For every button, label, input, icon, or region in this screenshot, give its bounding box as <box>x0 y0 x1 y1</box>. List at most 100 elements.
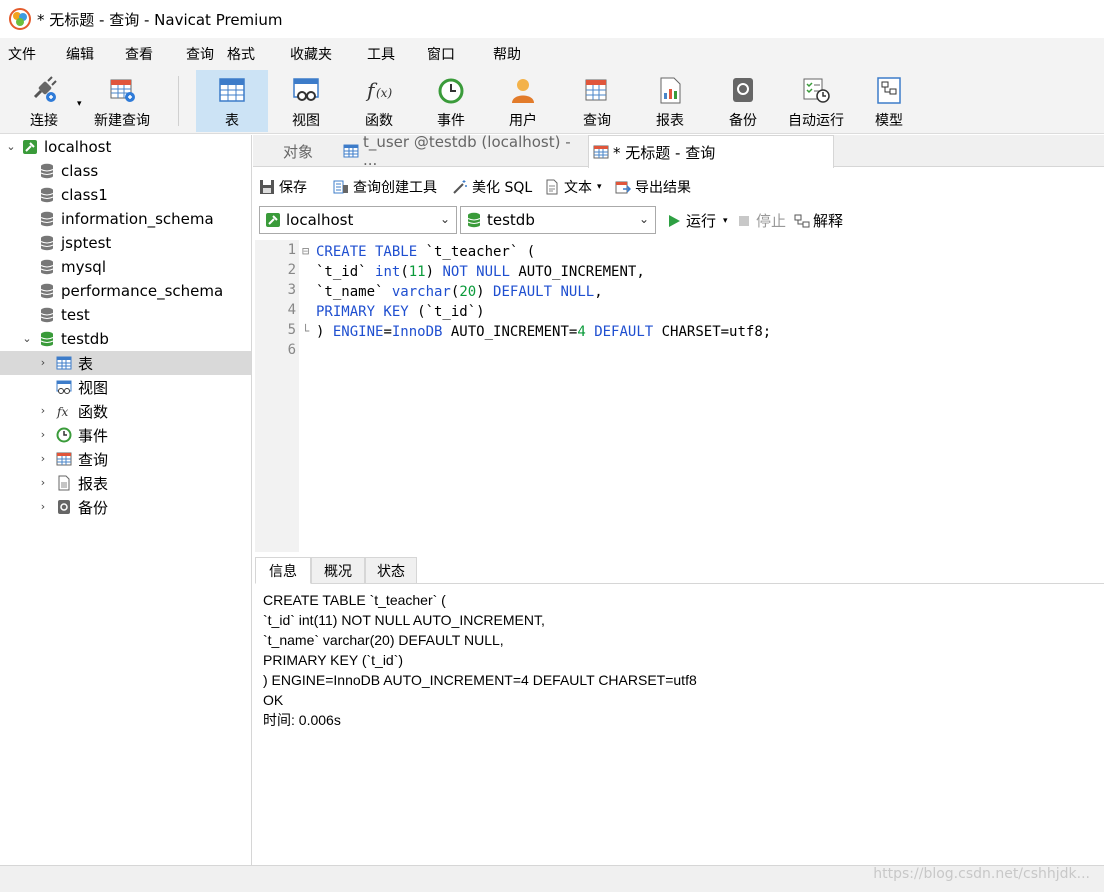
user-button[interactable]: 用户 <box>494 70 552 132</box>
connect-button[interactable]: 连接 <box>14 70 74 132</box>
menu-format[interactable]: 格式 <box>227 44 255 64</box>
save-button[interactable]: 保存 <box>259 177 307 197</box>
model-button[interactable]: 模型 <box>862 70 916 132</box>
menu-file[interactable]: 文件 <box>8 44 36 64</box>
function-button[interactable]: f (x) 函数 <box>350 70 408 132</box>
code-token: ) <box>425 264 443 280</box>
tab-profile[interactable]: 概况 <box>311 557 365 584</box>
database-select[interactable]: testdb ⌄ <box>460 206 656 234</box>
collapse-chevron-icon[interactable]: ⌄ <box>20 332 34 346</box>
tree-label: performance_schema <box>61 282 224 300</box>
code-token: DEFAULT NULL <box>493 284 595 300</box>
tab-objects[interactable]: 对象 <box>283 135 337 167</box>
result-line: `t_id` int(11) NOT NULL AUTO_INCREMENT, <box>263 612 545 628</box>
tab-untitled-query[interactable]: * 无标题 - 查询 <box>588 135 834 168</box>
code-line[interactable]: PRIMARY KEY (`t_id`) <box>316 302 485 322</box>
connect-dropdown-arrow[interactable]: ▾ <box>77 99 82 109</box>
database-icon <box>40 163 54 179</box>
clock-icon <box>438 78 464 104</box>
tree-db-performance-schema[interactable]: performance_schema <box>0 279 251 303</box>
object-tree: ⌄ localhost class class1 information_sch… <box>0 135 252 865</box>
database-icon <box>40 283 54 299</box>
new-query-button[interactable]: 新建查询 <box>86 70 158 132</box>
tree-db-information-schema[interactable]: information_schema <box>0 207 251 231</box>
tree-db-class1[interactable]: class1 <box>0 183 251 207</box>
query-button[interactable]: 查询 <box>568 70 626 132</box>
tree-node-functions[interactable]: › fx 函数 <box>0 399 251 423</box>
menu-edit[interactable]: 编辑 <box>66 44 94 64</box>
table-button[interactable]: 表 <box>196 70 268 132</box>
stop-button[interactable]: 停止 <box>738 210 786 231</box>
database-icon <box>40 235 54 251</box>
explain-label: 解释 <box>813 212 844 230</box>
menu-query[interactable]: 查询 <box>186 44 214 64</box>
line-number: 6 <box>287 342 296 358</box>
menu-tools[interactable]: 工具 <box>367 44 395 64</box>
code-token: `t_teacher` ( <box>425 244 536 260</box>
code-token: `t_name` <box>316 284 392 300</box>
tree-db-class[interactable]: class <box>0 159 251 183</box>
tree-label: testdb <box>61 330 109 348</box>
tree-db-jsptest[interactable]: jsptest <box>0 231 251 255</box>
toolbar-separator <box>178 76 179 126</box>
event-button[interactable]: 事件 <box>422 70 480 132</box>
text-button[interactable]: 文本 ▾ <box>544 177 602 197</box>
result-line: CREATE TABLE `t_teacher` ( <box>263 592 446 608</box>
query-builder-button[interactable]: 查询创建工具 <box>333 177 437 197</box>
result-tabs: 信息 概况 状态 <box>255 557 1104 584</box>
run-dropdown-arrow[interactable]: ▾ <box>723 216 728 226</box>
menu-help[interactable]: 帮助 <box>493 44 521 64</box>
code-token: CREATE TABLE <box>316 244 426 260</box>
tree-db-mysql[interactable]: mysql <box>0 255 251 279</box>
report-button[interactable]: 报表 <box>641 70 699 132</box>
collapse-chevron-icon[interactable]: ⌄ <box>4 140 18 154</box>
model-label: 模型 <box>875 113 903 129</box>
menu-view[interactable]: 查看 <box>125 44 153 64</box>
sql-editor[interactable]: 1 2 3 4 5 6 ⊟ └ CREATE TABLE `t_teacher`… <box>255 240 1104 552</box>
text-dropdown-arrow[interactable]: ▾ <box>597 182 602 192</box>
connection-icon <box>23 140 37 154</box>
beautify-sql-button[interactable]: 美化 SQL <box>452 177 532 197</box>
code-line[interactable]: `t_id` int(11) NOT NULL AUTO_INCREMENT, <box>316 262 645 282</box>
expand-chevron-icon[interactable]: › <box>36 404 50 418</box>
view-button[interactable]: 视图 <box>276 70 336 132</box>
tree-node-views[interactable]: 视图 <box>0 375 251 399</box>
code-line[interactable]: CREATE TABLE `t_teacher` ( <box>316 242 535 262</box>
menu-favorites[interactable]: 收藏夹 <box>290 44 332 64</box>
line-number: 1 <box>287 242 296 258</box>
explain-button[interactable]: 解释 <box>794 210 843 231</box>
expand-chevron-icon[interactable]: › <box>36 452 50 466</box>
menu-window[interactable]: 窗口 <box>427 44 455 64</box>
tree-node-queries[interactable]: › 查询 <box>0 447 251 471</box>
tree-node-events[interactable]: › 事件 <box>0 423 251 447</box>
tree-db-testdb[interactable]: ⌄ testdb <box>0 327 251 351</box>
backup-button[interactable]: 备份 <box>714 70 772 132</box>
document-tabs: 对象 t_user @testdb (localhost) - ... * 无标… <box>253 133 1104 169</box>
database-icon <box>40 211 54 227</box>
expand-chevron-icon[interactable]: › <box>36 476 50 490</box>
code-line[interactable]: `t_name` varchar(20) DEFAULT NULL, <box>316 282 603 302</box>
text-label: 文本 <box>564 180 592 196</box>
expand-chevron-icon[interactable]: › <box>36 356 50 370</box>
connection-select[interactable]: localhost ⌄ <box>259 206 457 234</box>
tree-node-backups[interactable]: › 备份 <box>0 495 251 519</box>
result-message-panel: CREATE TABLE `t_teacher` ( `t_id` int(11… <box>263 590 697 730</box>
tab-t-user[interactable]: t_user @testdb (localhost) - ... <box>343 133 589 169</box>
tree-db-test[interactable]: test <box>0 303 251 327</box>
report-icon <box>58 475 70 491</box>
tree-node-tables[interactable]: › 表 <box>0 351 251 375</box>
line-number: 4 <box>287 302 296 318</box>
export-result-button[interactable]: 导出结果 <box>615 177 691 197</box>
fold-collapse-icon[interactable]: ⊟ <box>302 244 309 258</box>
run-button[interactable]: 运行 ▾ <box>667 210 728 231</box>
tab-info[interactable]: 信息 <box>255 557 311 584</box>
expand-chevron-icon[interactable]: › <box>36 500 50 514</box>
tree-node-reports[interactable]: › 报表 <box>0 471 251 495</box>
query-icon <box>593 145 609 159</box>
tree-connection-localhost[interactable]: ⌄ localhost <box>0 135 251 159</box>
code-line[interactable]: ) ENGINE=InnoDB AUTO_INCREMENT=4 DEFAULT… <box>316 322 771 342</box>
automation-button[interactable]: 自动运行 <box>784 70 848 132</box>
expand-chevron-icon[interactable]: › <box>36 428 50 442</box>
tab-status[interactable]: 状态 <box>365 557 417 584</box>
code-token: ( <box>400 264 409 280</box>
